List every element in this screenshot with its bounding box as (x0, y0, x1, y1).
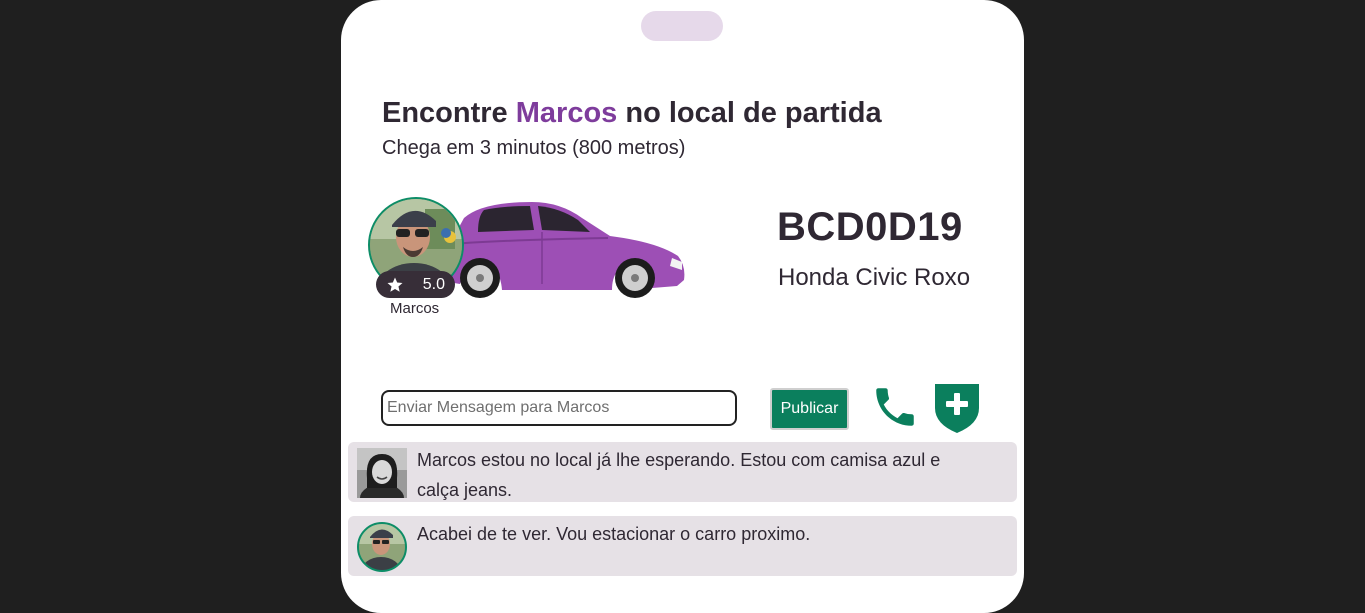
chat-message: Marcos estou no local já lhe esperando. … (348, 442, 1017, 502)
car-image (446, 202, 685, 298)
star-icon (387, 277, 403, 292)
message-input[interactable] (381, 390, 737, 426)
driver-rating-badge: 5.0 (376, 271, 455, 298)
driver-chat-avatar (357, 522, 407, 572)
title-driver-name: Marcos (515, 97, 618, 129)
chat-message-text: Marcos estou no local já lhe esperando. … (417, 450, 941, 500)
shield-plus-icon[interactable] (933, 382, 981, 434)
license-plate: BCD0D19 (777, 205, 963, 249)
driver-name: Marcos (390, 300, 440, 317)
phone-icon[interactable] (870, 382, 920, 432)
rating-value: 5.0 (422, 275, 445, 293)
chat-message-text: Acabei de te ver. Vou estacionar o carro… (417, 524, 811, 544)
car-model: Honda Civic Roxo (778, 264, 971, 291)
title-prefix: Encontre (382, 97, 516, 129)
passenger-avatar (357, 448, 407, 498)
chat-message: Acabei de te ver. Vou estacionar o carro… (348, 516, 1017, 576)
drag-handle[interactable] (641, 11, 723, 41)
ride-card: Encontre Marcos no local de partida Cheg… (341, 0, 1024, 613)
arrival-eta: Chega em 3 minutos (800 metros) (382, 137, 686, 159)
page-title: Encontre Marcos no local de partida (382, 97, 882, 130)
title-suffix: no local de partida (617, 97, 882, 129)
publish-button[interactable]: Publicar (770, 388, 849, 430)
